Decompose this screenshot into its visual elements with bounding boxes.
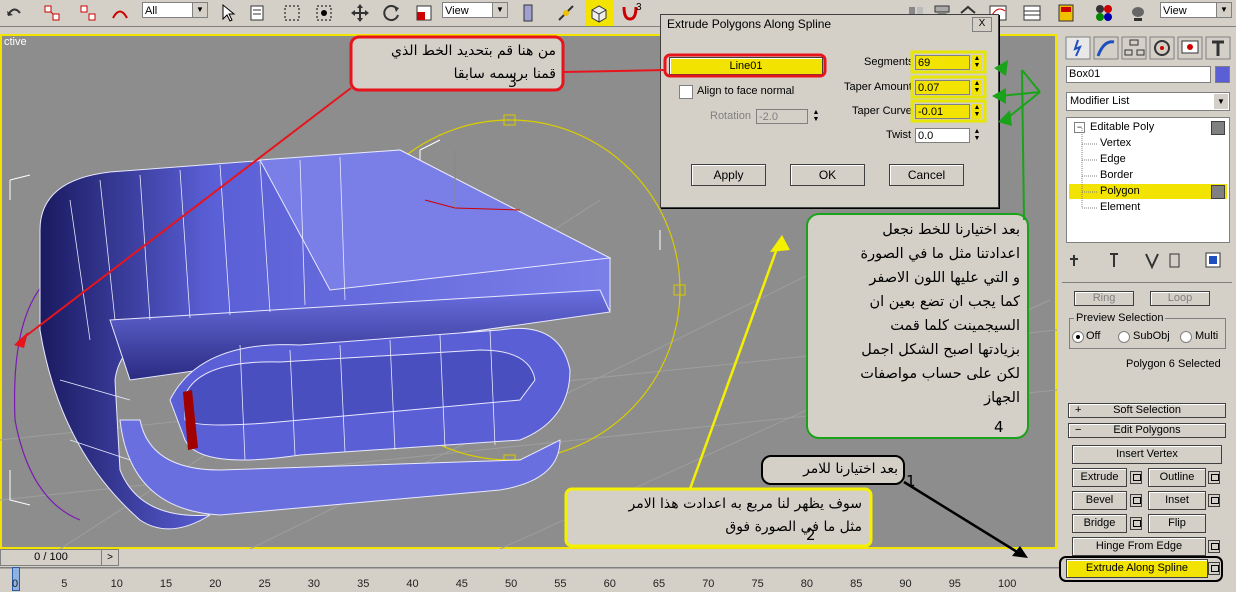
note4-text: بعد اختيارنا للخط نجعل اعدادتنا مثل ما في… [812,218,1020,410]
segments-highlight [910,50,987,74]
note1-text: بعد اختيارنا للامر [803,461,898,477]
note4-arrowheads [992,60,1012,126]
note4-number: 4 [994,418,1004,436]
note2-text: سوف يظهر لنا مربع به اعدادت هذا الامر مث… [572,493,862,539]
note2-line2: مثل ما في الصورة فوق [725,519,862,535]
note4-line: بزيادتها اصبح الشكل اجمل [861,342,1020,358]
note4-line: و التي عليها اللون الاصفر [869,270,1020,286]
note3-connector [562,69,667,73]
note1-arrow [903,480,1023,557]
taper-curve-highlight [910,99,987,123]
note3-arrowhead [14,332,28,348]
note4-line: لكن على حساب مواصفات [860,366,1020,382]
note2-arrow [688,239,782,490]
note4-line: السيجمينت كلما قمت [890,318,1020,334]
note4-line: كما يجب ان تضع بعين ان [869,294,1020,310]
note3-line2: قمنا برسمه سابقا [453,66,556,82]
note1-arrowhead [1012,546,1028,558]
note4-line: بعد اختيارنا للخط نجعل [882,222,1020,238]
note4-line: اعدادتنا مثل ما في الصورة [860,246,1020,262]
extrude-spline-highlight [1059,556,1223,582]
taper-amount-highlight [910,75,987,99]
note2-line1: سوف يظهر لنا مربع به اعدادت هذا الامر [628,496,862,512]
note2-number: 2 [806,526,816,544]
note1-number: 1 [906,472,916,490]
note3-arrow [17,87,352,343]
note4-line: الجهاز [984,390,1020,406]
note3-number: 3 [508,75,517,91]
note3-line1: من هنا قم بتحديد الخط الذي [391,43,556,59]
spline-button-highlight [663,53,827,78]
note3-text: من هنا قم بتحديد الخط الذي قمنا برسمه سا… [356,40,556,86]
note2-arrowhead [770,235,790,252]
